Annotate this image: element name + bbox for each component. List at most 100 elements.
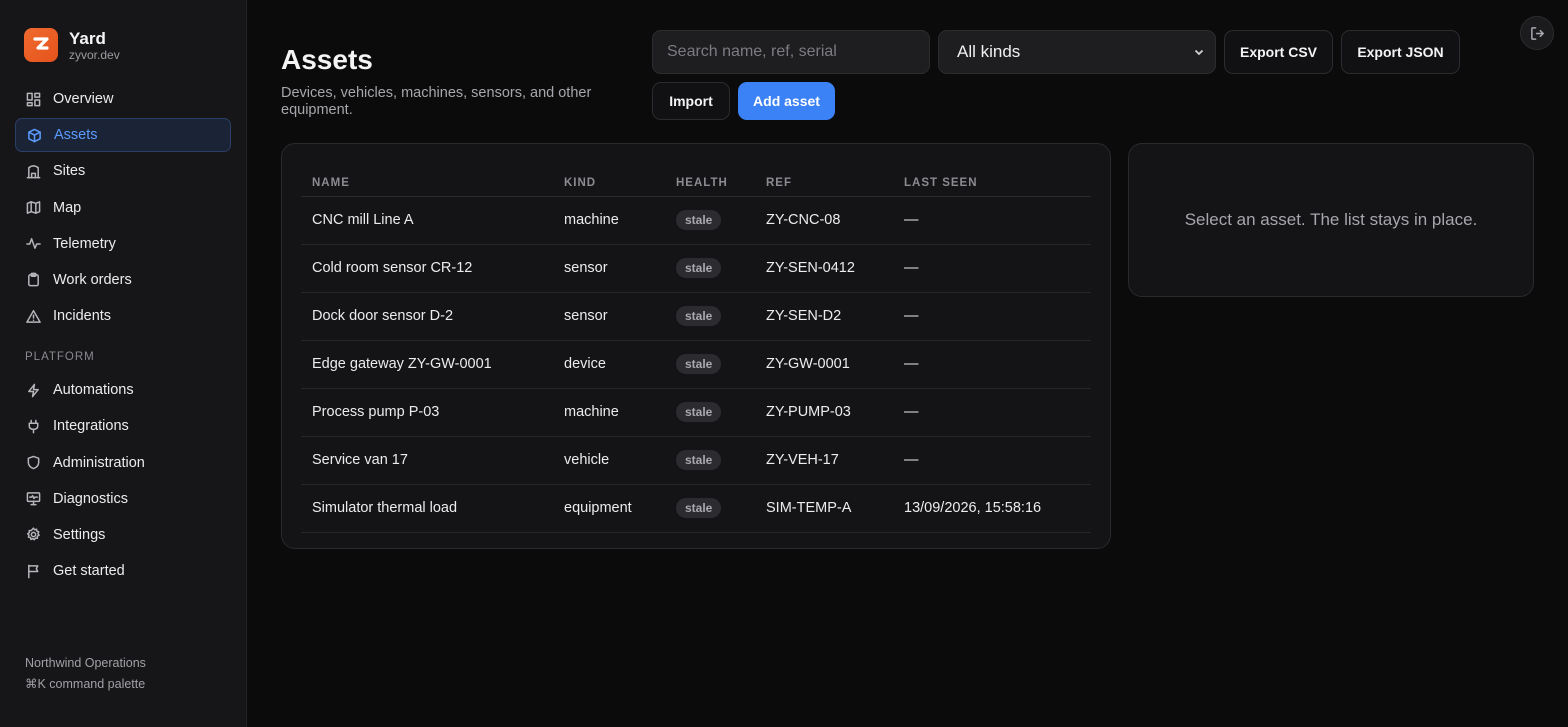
cell-kind: vehicle — [553, 436, 665, 485]
asset-detail-panel: Select an asset. The list stays in place… — [1128, 143, 1534, 297]
sidebar-item-sites[interactable]: Sites — [15, 154, 231, 188]
cell-ref: ZY-SEN-0412 — [755, 244, 893, 293]
layout-dashboard-icon — [25, 91, 41, 107]
box-icon — [26, 127, 42, 143]
search-input[interactable] — [652, 30, 930, 74]
org-name: Northwind Operations — [25, 656, 146, 670]
export-json-button[interactable]: Export JSON — [1341, 30, 1460, 74]
sidebar-item-label: Diagnostics — [53, 490, 128, 507]
sidebar-item-label: Work orders — [53, 271, 132, 288]
chevron-down-icon — [1194, 49, 1204, 56]
cell-name: Edge gateway ZY-GW-0001 — [301, 340, 553, 389]
shield-icon — [25, 455, 41, 471]
cell-health: stale — [665, 196, 755, 245]
cell-last-seen: 13/09/2026, 15:58:16 — [893, 484, 1091, 533]
sidebar-item-diagnostics[interactable]: Diagnostics — [15, 482, 231, 516]
table-row[interactable]: Process pump P-03 machine stale ZY-PUMP-… — [301, 388, 1091, 437]
column-header-kind[interactable]: KIND — [553, 166, 665, 197]
column-header-ref[interactable]: REF — [755, 166, 893, 197]
page-subtitle: Devices, vehicles, machines, sensors, an… — [281, 85, 592, 118]
sidebar-item-incidents[interactable]: Incidents — [15, 299, 231, 333]
table-row[interactable]: Dock door sensor D-2 sensor stale ZY-SEN… — [301, 292, 1091, 341]
add-asset-button[interactable]: Add asset — [738, 82, 835, 120]
flag-icon — [25, 563, 41, 579]
zap-icon — [25, 382, 41, 398]
cell-health: stale — [665, 292, 755, 341]
logout-icon — [1530, 26, 1544, 40]
table-row[interactable]: Simulator thermal load equipment stale S… — [301, 484, 1091, 533]
table-row[interactable]: Edge gateway ZY-GW-0001 device stale ZY-… — [301, 340, 1091, 389]
sidebar: Yard zyvor.dev Overview Assets Sites Map — [0, 0, 247, 727]
status-badge: stale — [676, 402, 722, 422]
sidebar-item-settings[interactable]: Settings — [15, 518, 231, 552]
sidebar-item-label: Integrations — [53, 418, 129, 435]
monitor-icon — [25, 491, 41, 507]
table-header-row: NAME KIND HEALTH REF LAST SEEN — [301, 166, 1091, 197]
sidebar-item-get-started[interactable]: Get started — [15, 554, 231, 588]
command-palette-hint[interactable]: ⌘K command palette — [25, 674, 146, 695]
column-header-name[interactable]: NAME — [301, 166, 553, 197]
sidebar-item-map[interactable]: Map — [15, 191, 231, 225]
sidebar-item-assets[interactable]: Assets — [15, 118, 231, 153]
activity-icon — [25, 236, 41, 252]
assets-table-card: NAME KIND HEALTH REF LAST SEEN CNC mill … — [281, 143, 1111, 549]
table-row[interactable]: Cold room sensor CR-12 sensor stale ZY-S… — [301, 244, 1091, 293]
sidebar-item-label: Sites — [53, 163, 86, 180]
import-button[interactable]: Import — [652, 82, 730, 120]
brand-logo — [24, 28, 58, 62]
table-row[interactable]: Service van 17 vehicle stale ZY-VEH-17 — — [301, 436, 1091, 485]
cell-ref: SIM-TEMP-A — [755, 484, 893, 533]
sidebar-item-label: Automations — [53, 382, 134, 399]
sidebar-item-label: Assets — [54, 127, 98, 144]
sidebar-footer: Northwind Operations ⌘K command palette — [25, 653, 146, 695]
cell-health: stale — [665, 340, 755, 389]
sidebar-item-overview[interactable]: Overview — [15, 82, 231, 116]
building-icon — [25, 163, 41, 179]
table-row[interactable]: CNC mill Line A machine stale ZY-CNC-08 … — [301, 196, 1091, 245]
column-header-last-seen[interactable]: LAST SEEN — [893, 166, 1091, 197]
sidebar-item-label: Incidents — [53, 308, 112, 325]
cell-health: stale — [665, 244, 755, 293]
sidebar-item-work-orders[interactable]: Work orders — [15, 263, 231, 297]
status-badge: stale — [676, 258, 722, 278]
brand[interactable]: Yard zyvor.dev — [15, 28, 231, 62]
status-badge: stale — [676, 306, 722, 326]
kind-filter-select[interactable]: All kinds — [938, 30, 1216, 74]
sidebar-item-telemetry[interactable]: Telemetry — [15, 227, 231, 261]
logout-button[interactable] — [1520, 16, 1554, 50]
plug-icon — [25, 418, 41, 434]
cell-name: CNC mill Line A — [301, 196, 553, 245]
status-badge: stale — [676, 354, 722, 374]
cell-ref: ZY-PUMP-03 — [755, 388, 893, 437]
cell-ref: ZY-VEH-17 — [755, 436, 893, 485]
sidebar-item-integrations[interactable]: Integrations — [15, 409, 231, 443]
cell-last-seen: — — [893, 244, 1091, 293]
column-header-health[interactable]: HEALTH — [665, 166, 755, 197]
sidebar-item-label: Administration — [53, 454, 145, 471]
cell-ref: ZY-SEN-D2 — [755, 292, 893, 341]
cell-last-seen: — — [893, 388, 1091, 437]
cell-name: Cold room sensor CR-12 — [301, 244, 553, 293]
sidebar-item-administration[interactable]: Administration — [15, 446, 231, 480]
sidebar-item-label: Get started — [53, 563, 125, 580]
export-csv-button[interactable]: Export CSV — [1224, 30, 1333, 74]
cell-health: stale — [665, 484, 755, 533]
cell-kind: sensor — [553, 244, 665, 293]
z-logo-icon — [33, 37, 49, 50]
cell-ref: ZY-CNC-08 — [755, 196, 893, 245]
sidebar-item-label: Settings — [53, 526, 106, 543]
assets-table: NAME KIND HEALTH REF LAST SEEN CNC mill … — [301, 166, 1091, 533]
cell-kind: sensor — [553, 292, 665, 341]
alert-triangle-icon — [25, 308, 41, 324]
cell-name: Simulator thermal load — [301, 484, 553, 533]
sidebar-item-automations[interactable]: Automations — [15, 373, 231, 407]
cell-health: stale — [665, 436, 755, 485]
brand-name: Yard — [69, 28, 106, 48]
sidebar-item-label: Map — [53, 199, 82, 216]
sidebar-item-label: Telemetry — [53, 235, 116, 252]
detail-empty-message: Select an asset. The list stays in place… — [1184, 210, 1478, 229]
status-badge: stale — [676, 498, 722, 518]
gear-icon — [25, 527, 41, 543]
kind-filter-value: All kinds — [957, 42, 1021, 61]
cell-kind: machine — [553, 388, 665, 437]
